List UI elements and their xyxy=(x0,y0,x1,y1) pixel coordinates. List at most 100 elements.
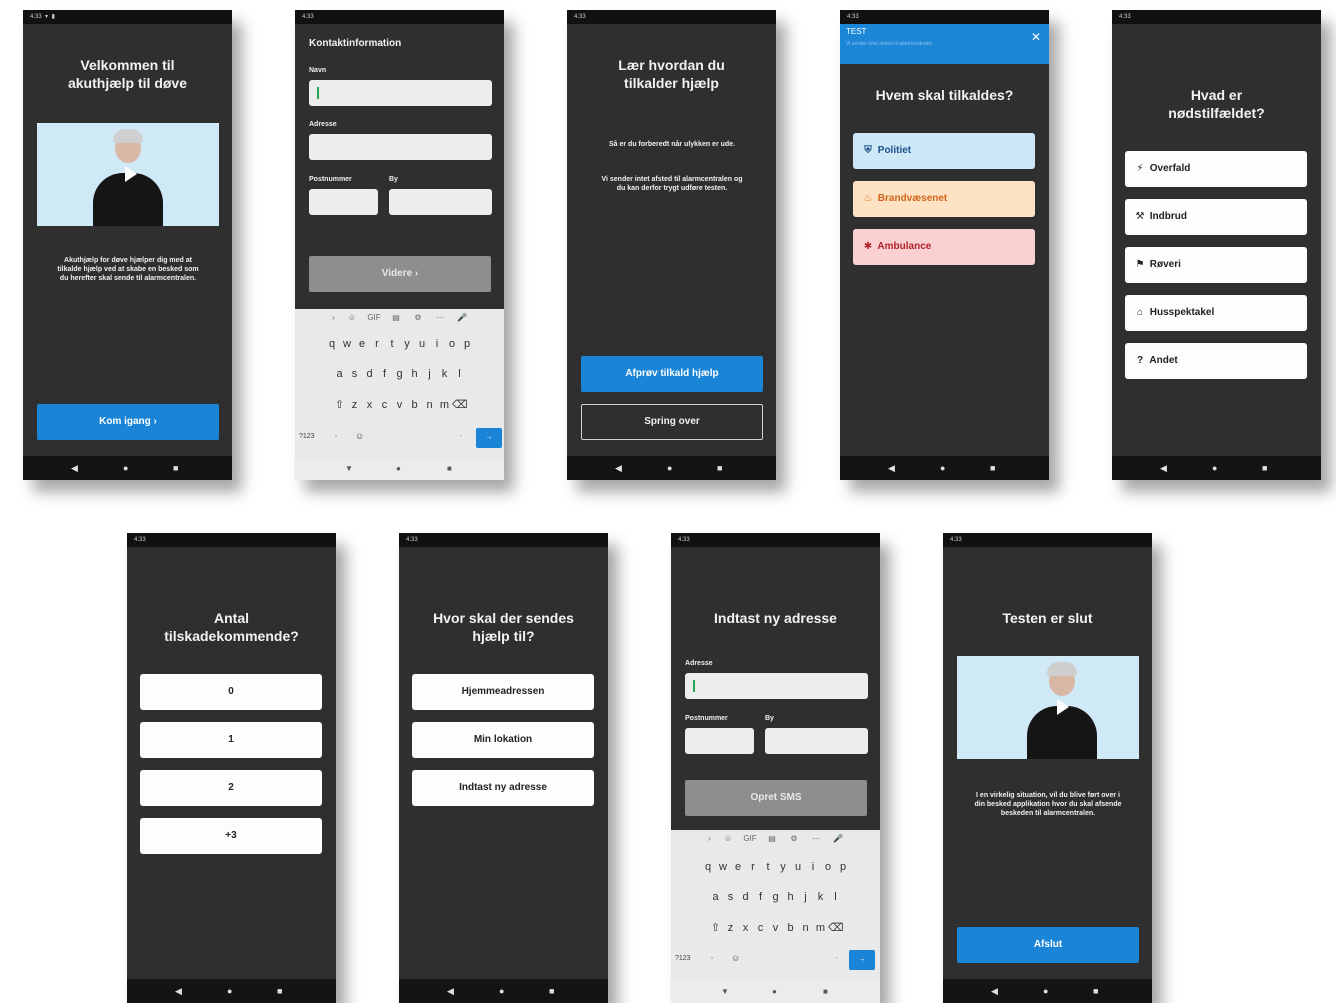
option-domestic[interactable]: ⌂ Husspektakel xyxy=(1125,295,1307,331)
option-new-address[interactable]: Indtast ny adresse xyxy=(412,770,594,806)
option-count-2[interactable]: 2 xyxy=(140,770,322,806)
recents-icon[interactable]: ■ xyxy=(1093,979,1098,1003)
home-icon[interactable]: ● xyxy=(667,456,672,480)
burglary-icon: ⚒ xyxy=(1135,211,1145,222)
flame-icon: ♨ xyxy=(863,193,873,204)
status-bar: 4:33 xyxy=(127,533,336,547)
option-robbery[interactable]: ⚑ Røveri xyxy=(1125,247,1307,283)
page-title: Antal tilskadekommende? xyxy=(164,610,299,644)
status-bar: 4:33 xyxy=(295,10,504,24)
status-bar: 4:33 xyxy=(399,533,608,547)
back-icon[interactable]: ◀ xyxy=(991,979,998,1003)
option-burglary[interactable]: ⚒ Indbrud xyxy=(1125,199,1307,235)
home-icon[interactable]: ● xyxy=(499,979,504,1003)
play-icon[interactable] xyxy=(1057,699,1069,715)
keyboard-row-1[interactable]: qwertyuiop xyxy=(671,861,880,873)
screen-welcome: 4:33 ▾ ▮ Velkommen til akuthjælp til døv… xyxy=(23,10,232,480)
status-time: 4:33 xyxy=(678,537,690,543)
test-banner: TEST Vi sender intet afsted til alarmcen… xyxy=(840,24,1049,64)
screen-contact: 4:33 Kontaktinformation Navn Adresse Pos… xyxy=(295,10,504,480)
home-icon[interactable]: ● xyxy=(1212,456,1217,480)
home-icon[interactable]: ● xyxy=(940,456,945,480)
home-icon[interactable]: ● xyxy=(123,456,128,480)
screen-learn: 4:33 Lær hvordan du tilkalder hjælp Så e… xyxy=(567,10,776,480)
postal-field[interactable] xyxy=(309,189,378,215)
keyboard-row-4[interactable]: ?123 , ☺ . → xyxy=(671,950,880,970)
back-icon[interactable]: ◀ xyxy=(615,456,622,480)
postal-field[interactable] xyxy=(685,728,754,754)
screen-count: 4:33 Antal tilskadekommende? 0 1 2 +3 ◀ … xyxy=(127,533,336,1003)
nav-bar: ◀ ● ■ xyxy=(399,979,608,1003)
address-field[interactable] xyxy=(685,673,868,699)
page-title: Kontaktinformation xyxy=(309,38,402,49)
option-other[interactable]: ? Andet xyxy=(1125,343,1307,379)
sign-language-video[interactable] xyxy=(37,123,219,226)
try-call-help-button[interactable]: Afprøv tilkald hjælp xyxy=(581,356,763,392)
status-bar: 4:33 ▾ ▮ xyxy=(23,10,232,24)
recents-icon[interactable]: ■ xyxy=(717,456,722,480)
home-icon[interactable]: ● xyxy=(227,979,232,1003)
back-icon[interactable]: ◀ xyxy=(175,979,182,1003)
city-label: By xyxy=(765,715,774,722)
screen-what: 4:33 Hvad er nødstilfældet? ⚡ Overfald ⚒… xyxy=(1112,10,1321,480)
recents-icon[interactable]: ■ xyxy=(1262,456,1267,480)
continue-button[interactable]: Videre › xyxy=(309,256,491,292)
back-icon[interactable]: ◀ xyxy=(1160,456,1167,480)
finish-button[interactable]: Afslut xyxy=(957,927,1139,963)
option-ambulance[interactable]: ✱ Ambulance xyxy=(853,229,1035,265)
recents-icon[interactable]: ■ xyxy=(173,456,178,480)
name-field[interactable] xyxy=(309,80,492,106)
option-fire[interactable]: ♨ Brandvæsenet xyxy=(853,181,1035,217)
page-title: Hvor skal der sendes hjælp til? xyxy=(433,610,574,644)
option-my-location[interactable]: Min lokation xyxy=(412,722,594,758)
keyboard-row-3[interactable]: ⇧ z x c v b n m ⌫ xyxy=(671,921,880,934)
keyboard-row-3[interactable]: ⇧ z x c v b n m ⌫ xyxy=(295,398,504,411)
keyboard-nav-bar: ▼ ● ■ xyxy=(295,458,504,480)
home-icon[interactable]: ● xyxy=(1043,979,1048,1003)
nav-bar: ◀ ● ■ xyxy=(567,456,776,480)
screen-end: 4:33 Testen er slut I en virkelig situat… xyxy=(943,533,1152,1003)
star-of-life-icon: ✱ xyxy=(863,241,873,252)
keyboard-row-2[interactable]: asdfghjkl xyxy=(671,891,880,903)
keyboard-row-4[interactable]: ?123 , ☺ . → xyxy=(295,428,504,448)
get-started-button[interactable]: Kom igang › xyxy=(37,404,219,440)
postal-label: Postnummer xyxy=(309,176,352,183)
recents-icon[interactable]: ■ xyxy=(549,979,554,1003)
address-field[interactable] xyxy=(309,134,492,160)
option-assault[interactable]: ⚡ Overfald xyxy=(1125,151,1307,187)
status-bar: 4:33 xyxy=(840,10,1049,24)
nav-bar: ◀ ● ■ xyxy=(23,456,232,480)
status-time: 4:33 xyxy=(574,14,586,20)
learn-text-2: Vi sender intet afsted til alarmcentrale… xyxy=(601,176,743,192)
screen-new-address: 4:33 Indtast ny adresse Adresse Postnumm… xyxy=(671,533,880,1003)
skip-button[interactable]: Spring over xyxy=(581,404,763,440)
sign-language-video[interactable] xyxy=(957,656,1139,759)
play-icon[interactable] xyxy=(125,166,137,182)
recents-icon[interactable]: ■ xyxy=(277,979,282,1003)
recents-icon[interactable]: ■ xyxy=(990,456,995,480)
page-title: Hvem skal tilkaldes? xyxy=(875,87,1014,103)
city-field[interactable] xyxy=(389,189,492,215)
option-home-address[interactable]: Hjemmeadressen xyxy=(412,674,594,710)
option-count-0[interactable]: 0 xyxy=(140,674,322,710)
option-police[interactable]: ⛨ Politiet xyxy=(853,133,1035,169)
learn-text-1: Så er du forberedt når ulykken er ude. xyxy=(608,141,736,148)
keyboard-row-2[interactable]: asdfghjkl xyxy=(295,368,504,380)
create-sms-button[interactable]: Opret SMS xyxy=(685,780,867,816)
status-bar: 4:33 xyxy=(943,533,1152,547)
option-count-1[interactable]: 1 xyxy=(140,722,322,758)
status-bar: 4:33 xyxy=(567,10,776,24)
page-title: Testen er slut xyxy=(1002,610,1093,626)
test-label: TEST xyxy=(846,27,867,36)
back-icon[interactable]: ◀ xyxy=(888,456,895,480)
city-field[interactable] xyxy=(765,728,868,754)
status-time: 4:33 xyxy=(302,14,314,20)
close-icon[interactable]: ✕ xyxy=(1031,30,1041,44)
back-icon[interactable]: ◀ xyxy=(447,979,454,1003)
option-count-3plus[interactable]: +3 xyxy=(140,818,322,854)
nav-bar: ◀ ● ■ xyxy=(1112,456,1321,480)
back-icon[interactable]: ◀ xyxy=(71,456,78,480)
keyboard-row-1[interactable]: qwertyuiop xyxy=(295,338,504,350)
domestic-dispute-icon: ⌂ xyxy=(1136,307,1144,318)
name-label: Navn xyxy=(309,67,327,74)
